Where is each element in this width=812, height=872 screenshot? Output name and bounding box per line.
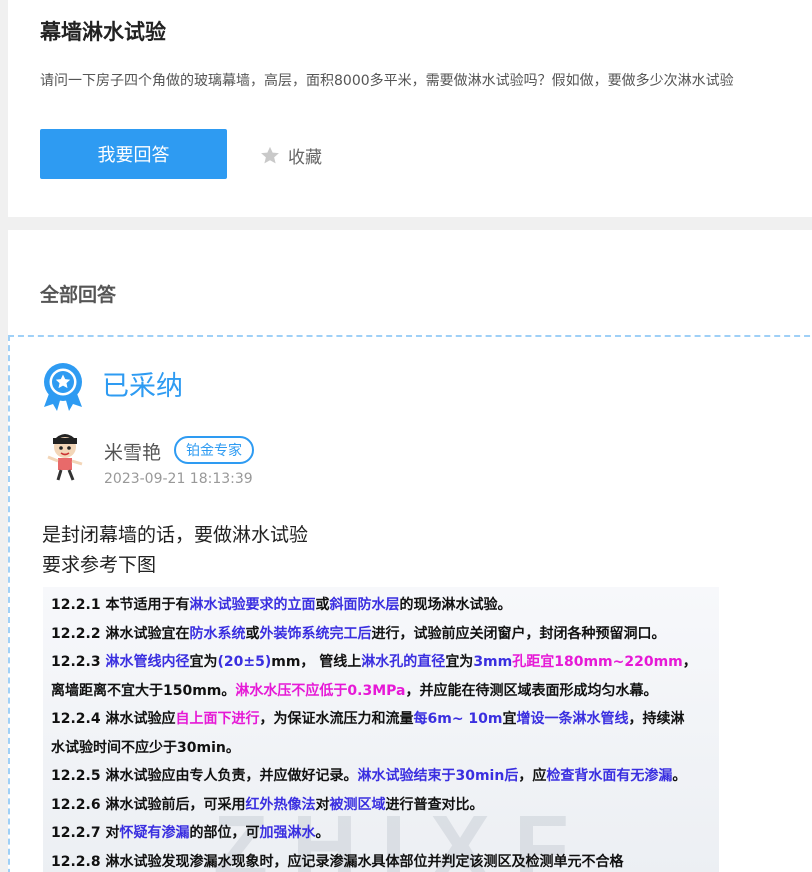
question-card: 幕墙淋水试验 请问一下房子四个角做的玻璃幕墙，高层，面积8000多平米，需要做淋… <box>8 0 812 217</box>
accepted-label: 已采纳 <box>102 371 183 402</box>
answers-card: 全部回答 已采纳 米雪艳 铂金专家 2023-09-21 18:13:39 是封… <box>8 230 812 872</box>
star-icon <box>261 146 279 164</box>
accepted-answer: 已采纳 米雪艳 铂金专家 2023-09-21 18:13:39 是封闭幕墙的话… <box>8 335 812 872</box>
spec-line-12-2-2: 12.2.2 淋水试验宜在防水系统或外装饰系统完工后进行，试验前应关闭窗户，封闭… <box>51 625 666 642</box>
spec-line-12-2-1: 12.2.1 本节适用于有淋水试验要求的立面或斜面防水层的现场淋水试验。 <box>51 597 512 613</box>
spec-line-12-2-3: 12.2.3 淋水管线内径宜为(20±5)mm， 管线上淋水孔的直径宜为3mm孔… <box>51 654 697 670</box>
spec-line-12-2-4: 12.2.4 淋水试验应自上面下进行，为保证水流压力和流量每6m~ 10m宜增设… <box>51 711 685 727</box>
favorite-label: 收藏 <box>288 148 322 168</box>
spec-line-12-2-5: 12.2.5 淋水试验应由专人负责，并应做好记录。淋水试验结束于30min后，应… <box>51 768 687 784</box>
spec-line-12-2-8: 12.2.8 淋水试验发现渗漏水现象时，应记录渗漏水具体部位并判定该测区及检测单… <box>51 853 624 870</box>
spec-image[interactable]: ZHIXF 12.2.1 本节适用于有淋水试验要求的立面或斜面防水层的现场淋水试… <box>43 587 719 872</box>
favorite-button[interactable]: 收藏 <box>260 143 322 168</box>
spec-line-12-2-7: 12.2.7 对怀疑有渗漏的部位，可加强淋水。 <box>51 825 330 841</box>
spec-line-12-2-3-cont: 离墙距离不宜大于150mm。淋水水压不应低于0.3MPa，并应能在待测区域表面形… <box>51 682 658 699</box>
spec-line-12-2-6: 12.2.6 淋水试验前后，可采用红外热像法对被测区域进行普查对比。 <box>51 796 484 813</box>
medal-icon <box>44 363 82 411</box>
question-description: 请问一下房子四个角做的玻璃幕墙，高层，面积8000多平米，需要做淋水试验吗？假如… <box>40 73 734 89</box>
answer-line-1: 是封闭幕墙的话，要做淋水试验 <box>42 524 309 546</box>
answers-heading: 全部回答 <box>40 284 117 306</box>
question-title: 幕墙淋水试验 <box>40 20 166 44</box>
user-name[interactable]: 米雪艳 <box>104 438 161 465</box>
answer-text: 是封闭幕墙的话，要做淋水试验 要求参考下图 <box>42 520 308 580</box>
avatar[interactable] <box>44 433 86 483</box>
answer-button[interactable]: 我要回答 <box>40 129 227 179</box>
spec-text: 12.2.1 本节适用于有淋水试验要求的立面或斜面防水层的现场淋水试验。 12.… <box>51 591 697 872</box>
answer-line-2: 要求参考下图 <box>42 554 157 576</box>
answer-timestamp: 2023-09-21 18:13:39 <box>104 471 253 487</box>
expert-badge: 铂金专家 <box>174 436 254 464</box>
spec-line-12-2-4-cont: 水试验时间不应少于30min。 <box>51 739 240 756</box>
